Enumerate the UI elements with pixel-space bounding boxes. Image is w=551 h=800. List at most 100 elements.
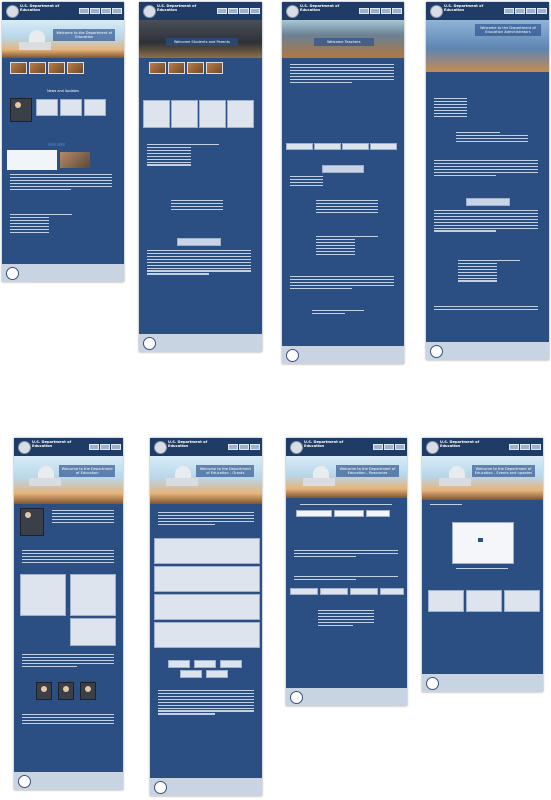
office-card[interactable] [70,574,116,616]
nav-link[interactable] [89,444,99,450]
nav-link[interactable] [239,8,249,14]
apply-option[interactable] [194,660,216,668]
page-button[interactable] [48,143,56,146]
nav-link[interactable] [250,444,260,450]
search-input[interactable] [296,510,332,517]
hero-title: Welcome to the Department of Education [59,465,116,477]
event-calendar[interactable] [452,522,514,564]
cta-button[interactable] [466,198,510,206]
resource-tab[interactable] [370,143,397,150]
thumbnail-image[interactable] [48,62,65,74]
info-card[interactable] [171,100,198,128]
capitol-building-icon [19,42,52,50]
news-card[interactable] [84,99,106,116]
nav-link[interactable] [370,8,380,14]
nav-link[interactable] [228,444,238,450]
footer [2,264,124,282]
nav-link[interactable] [250,8,260,14]
info-card[interactable] [199,100,226,128]
filter-select[interactable] [334,510,364,517]
nav-link[interactable] [384,444,394,450]
thumbnail-image[interactable] [67,62,84,74]
office-card[interactable] [70,618,116,646]
resource-tab[interactable] [286,143,313,150]
nav-link[interactable] [509,444,519,450]
nav-link[interactable] [111,444,121,450]
nav-link[interactable] [504,8,514,14]
nav-link[interactable] [392,8,402,14]
nav-link[interactable] [79,8,89,14]
event-card[interactable] [504,590,540,612]
nav-link[interactable] [373,444,383,450]
nav-link[interactable] [381,8,391,14]
staff-avatar-image[interactable] [58,682,74,700]
resource-tab[interactable] [320,588,348,595]
news-card[interactable] [36,99,58,116]
apply-option[interactable] [180,670,202,678]
category-select[interactable] [366,510,390,517]
nav-link[interactable] [537,8,547,14]
thumbnail-image[interactable] [168,62,185,74]
staff-avatar-image[interactable] [80,682,96,700]
nav-link[interactable] [100,444,110,450]
links-list [143,142,223,167]
grant-category-card[interactable] [154,538,260,564]
links-list [286,174,346,188]
thumbnail-image[interactable] [187,62,204,74]
cta-button[interactable] [177,238,221,246]
grant-category-card[interactable] [154,622,260,648]
thumbnail-image[interactable] [149,62,166,74]
resource-tab[interactable] [350,588,378,595]
cta-button[interactable] [322,165,364,173]
official-portrait-image [20,508,44,536]
footer [422,674,543,692]
resources-list [452,130,532,144]
department-seal-icon [18,441,31,454]
grant-category-card[interactable] [154,566,260,592]
resource-tab[interactable] [290,588,318,595]
official-portrait-image [10,98,32,122]
capitol-building-icon [165,478,198,486]
resource-tab[interactable] [314,143,341,150]
apply-option[interactable] [168,660,190,668]
nav-link[interactable] [520,444,530,450]
nav-link[interactable] [239,444,249,450]
department-seal-icon [6,5,19,18]
top-navbar: U.S. Department of Education [2,2,124,20]
thumbnail-row [10,62,84,74]
contact-text [430,304,542,312]
event-card[interactable] [428,590,464,612]
grant-category-card[interactable] [154,594,260,620]
nav-link[interactable] [515,8,525,14]
office-card[interactable] [20,574,66,616]
info-card[interactable] [143,100,170,128]
nav-link[interactable] [90,8,100,14]
apply-option[interactable] [206,670,228,678]
featured-article[interactable] [7,150,57,170]
thumbnail-image[interactable] [10,62,27,74]
hero-title: Welcome to the Department of Education -… [336,465,399,477]
news-card[interactable] [60,99,82,116]
funding-text [290,574,402,582]
nav-link[interactable] [395,444,405,450]
nav-link[interactable] [526,8,536,14]
nav-link[interactable] [112,8,122,14]
intro-text [154,510,258,527]
nav-link[interactable] [359,8,369,14]
thumbnail-image[interactable] [206,62,223,74]
thumbnail-image[interactable] [29,62,46,74]
event-card[interactable] [466,590,502,612]
info-card[interactable] [227,100,254,128]
staff-avatar-image[interactable] [36,682,52,700]
resource-tab[interactable] [380,588,404,595]
nav-link[interactable] [228,8,238,14]
nav-link[interactable] [531,444,541,450]
top-navbar: U.S. Department of Education [150,438,262,456]
hero-title: Welcome Teachers [313,38,374,46]
resource-tab[interactable] [342,143,369,150]
apply-option[interactable] [220,660,242,668]
nav-link[interactable] [217,8,227,14]
nav-link[interactable] [101,8,111,14]
calendar-selected-day[interactable] [478,538,483,542]
page-button[interactable] [57,143,65,146]
